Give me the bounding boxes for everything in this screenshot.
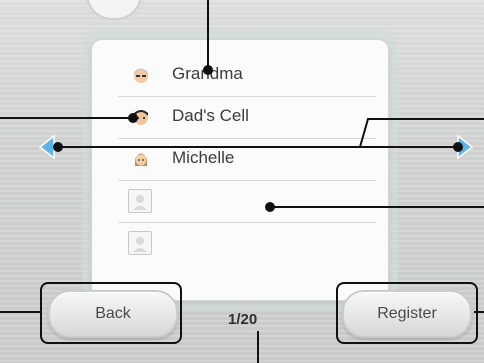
callout-lines xyxy=(0,0,484,363)
screen: Grandma Dad's Cell Michelle xyxy=(0,0,484,363)
